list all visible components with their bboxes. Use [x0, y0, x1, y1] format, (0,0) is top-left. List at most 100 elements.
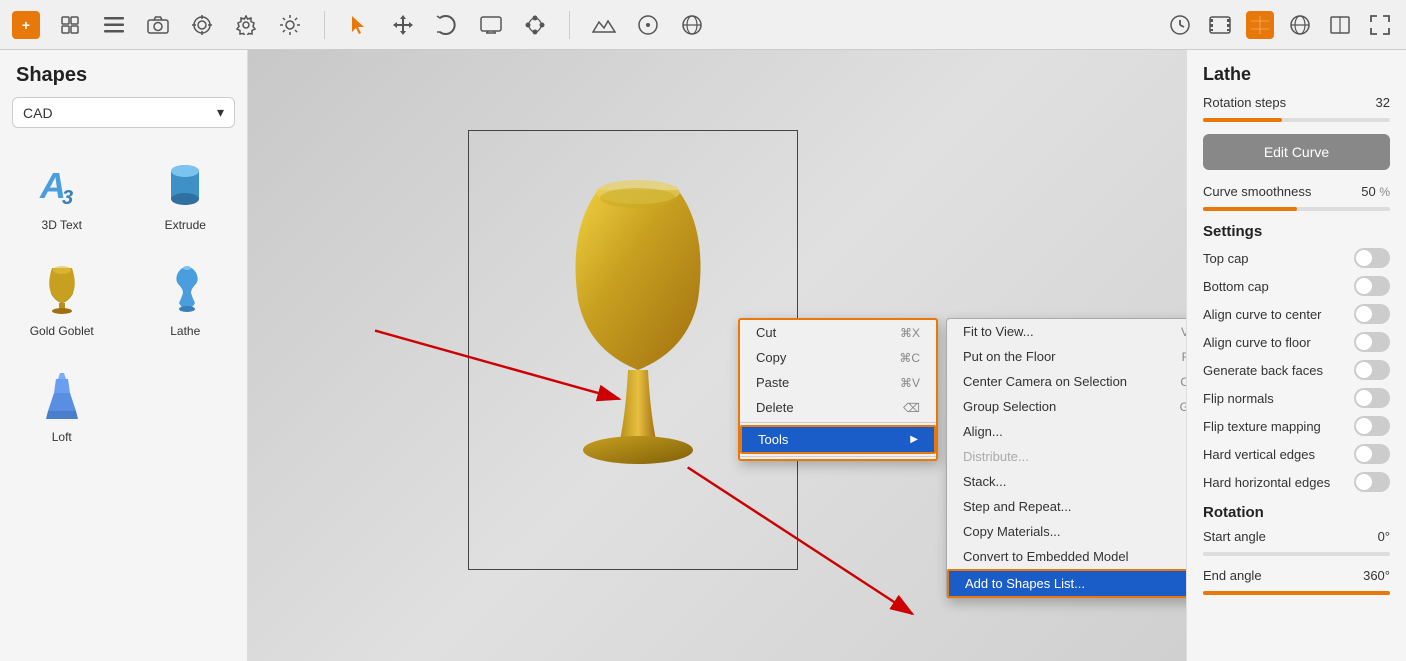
toggle-hard-horizontal: Hard horizontal edges [1203, 472, 1390, 492]
target-icon[interactable] [188, 11, 216, 39]
3dtext-icon: A 3 [32, 154, 92, 214]
globe-icon[interactable] [1286, 11, 1314, 39]
end-angle-slider[interactable] [1203, 591, 1390, 595]
terrain-tool[interactable] [590, 11, 618, 39]
ctx-cut[interactable]: Cut ⌘X [740, 320, 936, 345]
sidebar-title: Shapes [0, 50, 247, 97]
settings-title: Settings [1203, 223, 1390, 240]
start-angle-slider[interactable] [1203, 552, 1390, 556]
sub-step-repeat[interactable]: Step and Repeat... [947, 494, 1186, 519]
settings-icon[interactable] [232, 11, 260, 39]
menu-icon[interactable] [100, 11, 128, 39]
start-angle-slider-container[interactable] [1203, 552, 1390, 556]
curve-smoothness-slider[interactable] [1203, 207, 1390, 211]
cursor-tool[interactable] [345, 11, 373, 39]
sub-fit-view-label: Fit to View... [963, 324, 1034, 339]
ctx-delete[interactable]: Delete ⌫ [740, 395, 936, 420]
sub-center-camera[interactable]: Center Camera on Selection C [947, 369, 1186, 394]
sub-group-shortcut: G [1180, 400, 1186, 414]
sub-group-label: Group Selection [963, 399, 1056, 414]
film-icon[interactable] [1206, 11, 1234, 39]
hard-vertical-toggle[interactable] [1354, 444, 1390, 464]
ctx-cut-shortcut: ⌘X [900, 326, 920, 340]
shape-item-loft[interactable]: Loft [0, 352, 124, 458]
shape-label-extrude: Extrude [165, 218, 206, 232]
sub-convert-embedded-label: Convert to Embedded Model [963, 549, 1128, 564]
rotate-tool[interactable] [433, 11, 461, 39]
sub-fit-view-shortcut: V [1181, 325, 1186, 339]
align-floor-toggle[interactable] [1354, 332, 1390, 352]
camera-icon[interactable] [144, 11, 172, 39]
rotation-steps-slider-container[interactable] [1203, 118, 1390, 122]
end-angle-fill [1203, 591, 1390, 595]
tools-submenu: Fit to View... V Put on the Floor F Cent… [946, 318, 1186, 599]
toolbar-sep-1 [324, 11, 325, 39]
hard-horizontal-label: Hard horizontal edges [1203, 475, 1330, 490]
flip-texture-label: Flip texture mapping [1203, 419, 1321, 434]
right-panel: Lathe Rotation steps 32 Edit Curve Curve… [1186, 50, 1406, 661]
sub-put-floor-label: Put on the Floor [963, 349, 1056, 364]
category-dropdown[interactable]: CAD ▾ [12, 97, 235, 128]
top-cap-toggle[interactable] [1354, 248, 1390, 268]
back-faces-toggle[interactable] [1354, 360, 1390, 380]
toggle-bottom-cap: Bottom cap [1203, 276, 1390, 296]
screen-tool[interactable] [477, 11, 505, 39]
ctx-paste-shortcut: ⌘V [900, 376, 920, 390]
edit-curve-button[interactable]: Edit Curve [1203, 134, 1390, 170]
ctx-paste[interactable]: Paste ⌘V [740, 370, 936, 395]
sub-copy-materials[interactable]: Copy Materials... [947, 519, 1186, 544]
ctx-copy[interactable]: Copy ⌘C [740, 345, 936, 370]
sphere-tool[interactable] [678, 11, 706, 39]
main-content: Shapes CAD ▾ A 3 3D Text [0, 50, 1406, 661]
clock-icon[interactable] [1166, 11, 1194, 39]
category-selected: CAD [23, 105, 53, 121]
end-angle-unit: ° [1385, 568, 1390, 583]
shape-item-lathe[interactable]: Lathe [124, 246, 248, 352]
shape-item-3dtext[interactable]: A 3 3D Text [0, 140, 124, 246]
sub-stack[interactable]: Stack... [947, 469, 1186, 494]
curve-smoothness-slider-container[interactable] [1203, 207, 1390, 211]
shape-label-lathe: Lathe [170, 324, 200, 338]
ctx-sep-1 [740, 422, 936, 423]
sub-convert-embedded[interactable]: Convert to Embedded Model [947, 544, 1186, 569]
expand-icon[interactable] [1366, 11, 1394, 39]
align-center-toggle[interactable] [1354, 304, 1390, 324]
flip-texture-toggle[interactable] [1354, 416, 1390, 436]
lathe-title: Lathe [1203, 64, 1390, 85]
sub-distribute: Distribute... [947, 444, 1186, 469]
hard-vertical-label: Hard vertical edges [1203, 447, 1315, 462]
lathe-icon [155, 260, 215, 320]
flip-normals-toggle[interactable] [1354, 388, 1390, 408]
svg-text:3: 3 [62, 187, 73, 209]
shape-item-extrude[interactable]: Extrude [124, 140, 248, 246]
shape-item-goldgoblet[interactable]: Gold Goblet [0, 246, 124, 352]
toggle-top-cap: Top cap [1203, 248, 1390, 268]
move-tool[interactable] [389, 11, 417, 39]
sub-add-shapes[interactable]: Add to Shapes List... [947, 569, 1186, 598]
end-angle-slider-container[interactable] [1203, 591, 1390, 595]
sub-align[interactable]: Align... [947, 419, 1186, 444]
rotation-steps-slider[interactable] [1203, 118, 1390, 122]
toggle-back-faces: Generate back faces [1203, 360, 1390, 380]
sub-copy-materials-label: Copy Materials... [963, 524, 1061, 539]
toggle-hard-vertical: Hard vertical edges [1203, 444, 1390, 464]
window-icon[interactable] [1326, 11, 1354, 39]
nodes-tool[interactable] [521, 11, 549, 39]
sub-fit-view[interactable]: Fit to View... V [947, 319, 1186, 344]
ctx-tools[interactable]: Tools ▶ [740, 425, 936, 454]
cube-icon[interactable] [1246, 11, 1274, 39]
circle-dot-tool[interactable] [634, 11, 662, 39]
top-cap-label: Top cap [1203, 251, 1249, 266]
grid-icon[interactable] [56, 11, 84, 39]
sun-icon[interactable] [276, 11, 304, 39]
sub-put-floor[interactable]: Put on the Floor F [947, 344, 1186, 369]
bottom-cap-toggle[interactable] [1354, 276, 1390, 296]
viewport[interactable]: Cut ⌘X Copy ⌘C Paste ⌘V Delete ⌫ Tools ▶ [248, 50, 1186, 661]
sub-group[interactable]: Group Selection G [947, 394, 1186, 419]
rotation-steps-fill [1203, 118, 1282, 122]
ctx-tools-label: Tools [758, 432, 788, 447]
rotation-title: Rotation [1203, 504, 1390, 521]
app-icon[interactable]: + [12, 11, 40, 39]
bottom-cap-label: Bottom cap [1203, 279, 1269, 294]
hard-horizontal-toggle[interactable] [1354, 472, 1390, 492]
